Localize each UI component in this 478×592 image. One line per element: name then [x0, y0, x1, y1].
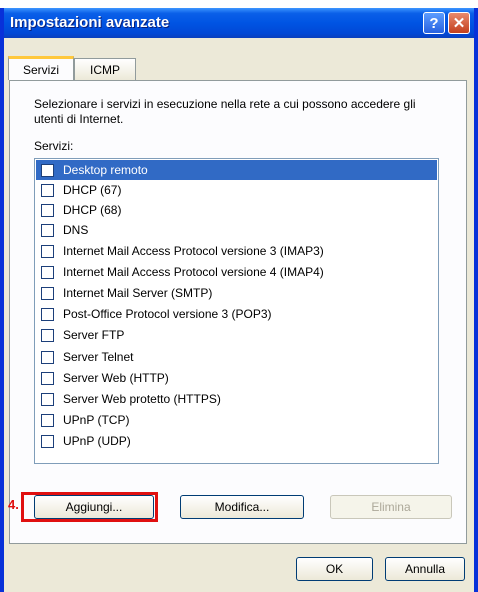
background-page-strip: ··· ····· ·····	[0, 0, 478, 8]
checkbox[interactable]	[41, 392, 54, 406]
list-item-label: DHCP (67)	[63, 183, 122, 197]
checkbox[interactable]	[41, 328, 54, 342]
ok-button[interactable]: OK	[296, 557, 373, 581]
background-text-fragment: ··· ····· ·····	[30, 0, 82, 6]
list-item-label: UPnP (TCP)	[63, 413, 130, 427]
checkbox[interactable]	[41, 307, 54, 321]
list-item[interactable]: UPnP (UDP)	[36, 431, 437, 451]
checkbox[interactable]	[41, 371, 54, 385]
list-item-label: Server Web (HTTP)	[63, 371, 169, 385]
list-item-label: Internet Mail Server (SMTP)	[63, 286, 213, 300]
checkbox[interactable]	[41, 286, 54, 300]
list-item-label: UPnP (UDP)	[63, 434, 131, 448]
list-item[interactable]: Internet Mail Access Protocol versione 3…	[36, 241, 437, 261]
services-list-label: Servizi:	[34, 139, 74, 153]
checkbox[interactable]	[41, 350, 54, 364]
step-highlight-box	[21, 492, 158, 522]
list-item[interactable]: Server Web (HTTP)	[36, 368, 437, 388]
list-item[interactable]: Desktop remoto	[36, 160, 437, 180]
list-item[interactable]: DNS	[36, 220, 437, 240]
checkbox[interactable]	[41, 413, 54, 427]
list-item[interactable]: DHCP (68)	[36, 200, 437, 220]
cancel-button[interactable]: Annulla	[385, 557, 465, 581]
checkbox[interactable]	[41, 183, 54, 197]
list-item[interactable]: DHCP (67)	[36, 180, 437, 200]
services-description: Selezionare i servizi in esecuzione nell…	[34, 97, 416, 126]
delete-button[interactable]: Elimina	[330, 495, 452, 519]
window-title: Impostazioni avanzate	[10, 14, 170, 31]
help-button[interactable]: ?	[423, 12, 445, 34]
list-item-label: Server FTP	[63, 328, 125, 342]
list-item-label: Internet Mail Access Protocol versione 3…	[63, 244, 324, 258]
list-item-label: Server Telnet	[63, 350, 134, 364]
checkbox[interactable]	[41, 244, 54, 258]
checkbox[interactable]	[41, 223, 54, 237]
list-item[interactable]: Server FTP	[36, 325, 437, 345]
edit-button[interactable]: Modifica...	[180, 495, 304, 519]
close-button[interactable]: ✕	[448, 12, 470, 34]
list-item-label: DNS	[63, 223, 89, 237]
list-item[interactable]: Post-Office Protocol versione 3 (POP3)	[36, 304, 437, 324]
checkbox[interactable]	[41, 203, 54, 217]
list-item[interactable]: Server Telnet	[36, 347, 437, 367]
list-item[interactable]: Internet Mail Access Protocol versione 4…	[36, 262, 437, 282]
list-item-label: DHCP (68)	[63, 203, 122, 217]
checkbox[interactable]	[41, 265, 54, 279]
list-item[interactable]: Internet Mail Server (SMTP)	[36, 283, 437, 303]
list-item[interactable]: Server Web protetto (HTTPS)	[36, 389, 437, 409]
list-item-label: Post-Office Protocol versione 3 (POP3)	[63, 307, 272, 321]
tab-icmp[interactable]: ICMP	[74, 58, 136, 80]
list-item[interactable]: UPnP (TCP)	[36, 410, 437, 430]
list-item-label: Server Web protetto (HTTPS)	[63, 392, 221, 406]
list-item-label: Desktop remoto	[63, 163, 148, 177]
tab-panel: Selezionare i servizi in esecuzione nell…	[9, 80, 467, 544]
checkbox[interactable]	[41, 434, 54, 448]
title-bar[interactable]: Impostazioni avanzate ? ✕	[4, 8, 474, 38]
services-list[interactable]: Desktop remoto DHCP (67) DHCP (68) DNS I…	[34, 158, 439, 464]
step-number-label: 4.	[8, 497, 19, 512]
list-item-label: Internet Mail Access Protocol versione 4…	[63, 265, 324, 279]
tab-servizi[interactable]: Servizi	[8, 56, 74, 80]
checkbox[interactable]	[41, 163, 54, 177]
